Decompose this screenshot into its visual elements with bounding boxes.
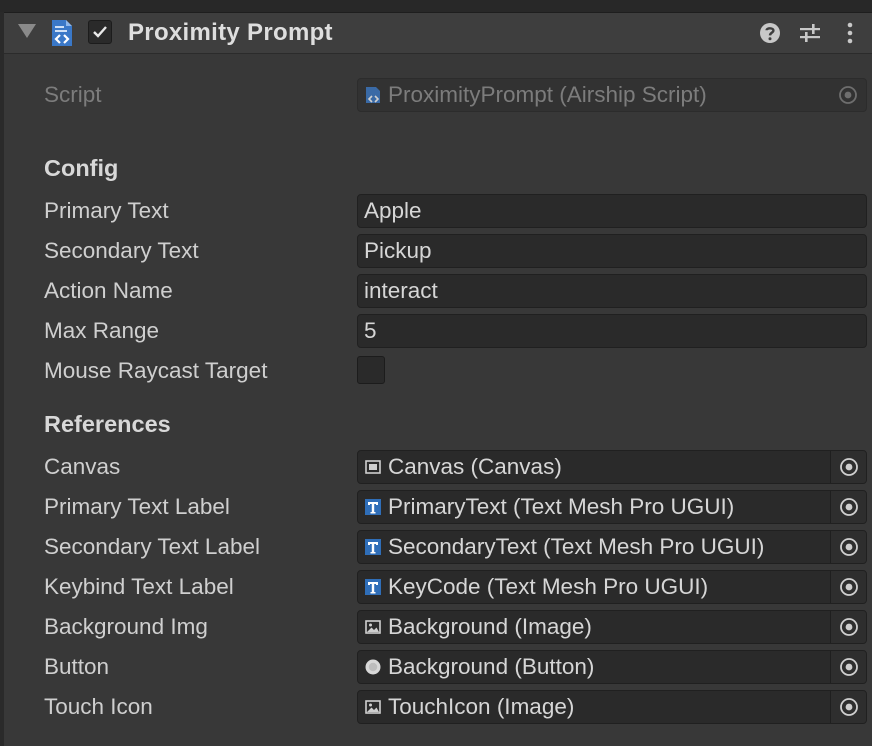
script-icon — [52, 20, 72, 46]
object-picker-icon — [839, 538, 858, 556]
touch-icon-object-field[interactable]: TouchIcon (Image) — [357, 690, 867, 724]
top-panel-edge — [0, 0, 872, 13]
touch-icon-object-picker[interactable] — [830, 691, 866, 723]
button-value: Background (Button) — [388, 654, 595, 679]
background-img-label: Background Img — [44, 614, 208, 639]
primary-text-label: Primary Text — [44, 198, 169, 223]
object-picker-icon — [839, 658, 858, 676]
object-picker-icon — [839, 698, 858, 716]
text-mesh-pro-icon — [365, 499, 381, 515]
secondary-text-label-value: SecondaryText (Text Mesh Pro UGUI) — [388, 534, 765, 559]
script-value: ProximityPrompt (Airship Script) — [388, 82, 707, 107]
secondary-text-label-ref-label: Secondary Text Label — [44, 534, 260, 559]
keybind-text-label-object-field[interactable]: KeyCode (Text Mesh Pro UGUI) — [357, 570, 867, 604]
button-object-picker[interactable] — [830, 651, 866, 683]
object-picker-icon — [839, 618, 858, 636]
primary-text-label-ref-label: Primary Text Label — [44, 494, 230, 519]
secondary-text-label-object-picker[interactable] — [830, 531, 866, 563]
help-icon[interactable] — [758, 21, 782, 45]
script-field: ProximityPrompt (Airship Script) — [357, 78, 867, 112]
background-img-value: Background (Image) — [388, 614, 592, 639]
script-label: Script — [44, 82, 102, 107]
max-range-label: Max Range — [44, 318, 160, 343]
canvas-value: Canvas (Canvas) — [388, 454, 562, 479]
image-icon — [365, 700, 381, 714]
button-label: Button — [44, 654, 110, 679]
primary-text-label-object-picker[interactable] — [830, 491, 866, 523]
script-object-picker — [830, 79, 866, 111]
max-range-input[interactable]: 5 — [357, 314, 867, 348]
primary-text-input[interactable]: Apple — [357, 194, 867, 228]
object-picker-icon — [839, 458, 858, 476]
keybind-text-label-value: KeyCode (Text Mesh Pro UGUI) — [388, 574, 709, 599]
object-picker-icon — [839, 86, 857, 104]
checkmark-icon — [93, 26, 107, 38]
presets-sliders-icon[interactable] — [798, 21, 822, 45]
action-name-input[interactable]: interact — [357, 274, 867, 308]
secondary-text-label: Secondary Text — [44, 238, 199, 263]
canvas-icon — [365, 460, 381, 474]
component-header[interactable]: Proximity Prompt — [4, 13, 872, 54]
button-object-field[interactable]: Background (Button) — [357, 650, 867, 684]
button-icon — [365, 659, 381, 675]
primary-text-label-value: PrimaryText (Text Mesh Pro UGUI) — [388, 494, 735, 519]
component-title: Proximity Prompt — [128, 19, 333, 46]
script-icon — [366, 87, 380, 103]
background-img-object-field[interactable]: Background (Image) — [357, 610, 867, 644]
keybind-text-label-object-picker[interactable] — [830, 571, 866, 603]
image-icon — [365, 620, 381, 634]
canvas-label: Canvas — [44, 454, 121, 479]
primary-text-label-object-field[interactable]: PrimaryText (Text Mesh Pro UGUI) — [357, 490, 867, 524]
background-img-object-picker[interactable] — [830, 611, 866, 643]
text-mesh-pro-icon — [365, 539, 381, 555]
secondary-text-label-object-field[interactable]: SecondaryText (Text Mesh Pro UGUI) — [357, 530, 867, 564]
config-heading: Config — [44, 155, 119, 181]
keybind-text-label-ref-label: Keybind Text Label — [44, 574, 234, 599]
foldout-arrow-icon[interactable] — [18, 24, 36, 38]
secondary-text-input[interactable]: Pickup — [357, 234, 867, 268]
canvas-object-picker[interactable] — [830, 451, 866, 483]
object-picker-icon — [839, 498, 858, 516]
more-options-kebab-icon[interactable] — [838, 21, 862, 45]
canvas-object-field[interactable]: Canvas (Canvas) — [357, 450, 867, 484]
text-mesh-pro-icon — [365, 579, 381, 595]
touch-icon-label: Touch Icon — [44, 694, 153, 719]
mouse-raycast-target-checkbox[interactable] — [357, 356, 385, 384]
mouse-raycast-target-label: Mouse Raycast Target — [44, 358, 268, 383]
action-name-label: Action Name — [44, 278, 173, 303]
left-panel-edge — [0, 12, 4, 746]
object-picker-icon — [839, 578, 858, 596]
references-heading: References — [44, 411, 171, 437]
touch-icon-value: TouchIcon (Image) — [388, 694, 575, 719]
component-enabled-checkbox[interactable] — [88, 20, 112, 44]
